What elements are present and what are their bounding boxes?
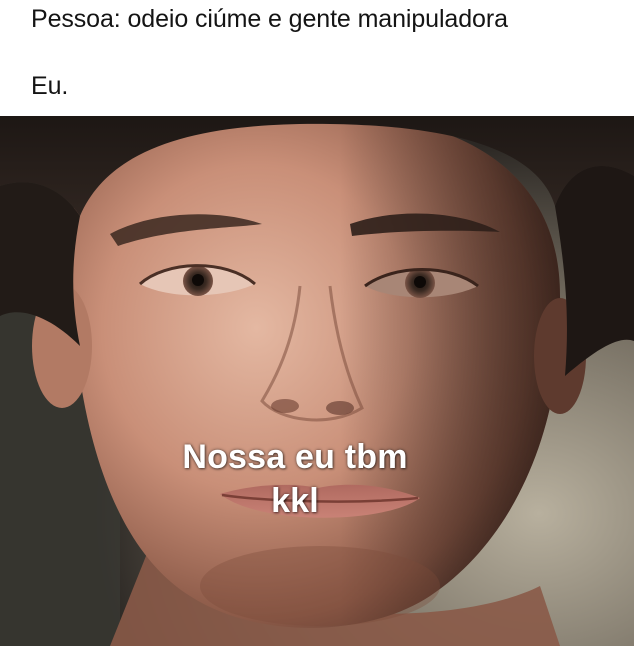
setup-panel: Pessoa: odeio ciúme e gente manipuladora… — [0, 0, 634, 116]
setup-line-1: Pessoa: odeio ciúme e gente manipuladora — [31, 5, 508, 33]
meme: Pessoa: odeio ciúme e gente manipuladora… — [0, 0, 634, 646]
setup-line-2: Eu. — [31, 72, 69, 100]
caption-line-2: kkl — [271, 482, 319, 520]
face-illustration — [0, 116, 634, 646]
reaction-photo — [0, 116, 634, 646]
caption-line-1: Nossa eu tbm — [182, 438, 408, 476]
